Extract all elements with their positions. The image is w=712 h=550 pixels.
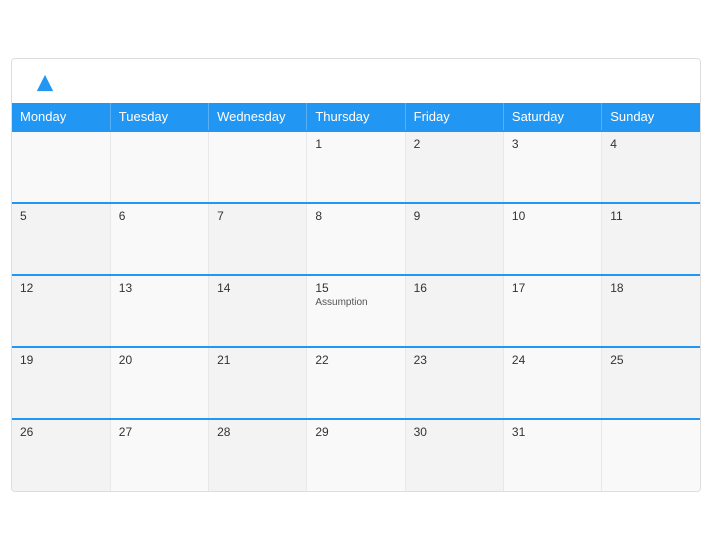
- logo: [32, 73, 54, 93]
- calendar-cell: 27: [110, 419, 208, 491]
- day-number: 7: [217, 209, 298, 223]
- day-number: 25: [610, 353, 692, 367]
- day-number: 15: [315, 281, 396, 295]
- weekday-header-row: MondayTuesdayWednesdayThursdayFridaySatu…: [12, 103, 700, 131]
- calendar-cell: [110, 131, 208, 203]
- week-row-5: 26 27 28 29 30 31: [12, 419, 700, 491]
- day-number: 2: [414, 137, 495, 151]
- calendar-cell: 29: [307, 419, 405, 491]
- day-number: 3: [512, 137, 593, 151]
- calendar-cell: 6: [110, 203, 208, 275]
- weekday-header-saturday: Saturday: [503, 103, 601, 131]
- calendar-grid: MondayTuesdayWednesdayThursdayFridaySatu…: [12, 103, 700, 491]
- day-number: 29: [315, 425, 396, 439]
- day-number: 14: [217, 281, 298, 295]
- calendar-cell: 20: [110, 347, 208, 419]
- calendar-cell: 30: [405, 419, 503, 491]
- holiday-name: Assumption: [315, 297, 396, 308]
- week-row-2: 5 6 7 8 9 10 11: [12, 203, 700, 275]
- day-number: 31: [512, 425, 593, 439]
- calendar-cell: 16: [405, 275, 503, 347]
- day-number: 24: [512, 353, 593, 367]
- weekday-header-wednesday: Wednesday: [209, 103, 307, 131]
- day-number: 21: [217, 353, 298, 367]
- calendar-cell: 10: [503, 203, 601, 275]
- calendar-cell: 8: [307, 203, 405, 275]
- day-number: 20: [119, 353, 200, 367]
- calendar-cell: 18: [602, 275, 700, 347]
- calendar-cell: 22: [307, 347, 405, 419]
- weekday-header-monday: Monday: [12, 103, 110, 131]
- calendar-cell: 3: [503, 131, 601, 203]
- day-number: 8: [315, 209, 396, 223]
- day-number: 22: [315, 353, 396, 367]
- calendar-cell: 23: [405, 347, 503, 419]
- day-number: 19: [20, 353, 102, 367]
- calendar-cell: 9: [405, 203, 503, 275]
- calendar-cell: 1: [307, 131, 405, 203]
- calendar-cell: 31: [503, 419, 601, 491]
- calendar-cell: 24: [503, 347, 601, 419]
- day-number: 5: [20, 209, 102, 223]
- calendar-cell: [209, 131, 307, 203]
- calendar-cell: 12: [12, 275, 110, 347]
- calendar-cell: 13: [110, 275, 208, 347]
- day-number: 28: [217, 425, 298, 439]
- week-row-1: 1 2 3 4: [12, 131, 700, 203]
- day-number: 1: [315, 137, 396, 151]
- day-number: 12: [20, 281, 102, 295]
- weekday-header-thursday: Thursday: [307, 103, 405, 131]
- day-number: 17: [512, 281, 593, 295]
- day-number: 11: [610, 209, 692, 223]
- calendar-cell: 25: [602, 347, 700, 419]
- day-number: 23: [414, 353, 495, 367]
- logo-flag: [34, 73, 54, 93]
- day-number: 10: [512, 209, 593, 223]
- calendar-cell: 4: [602, 131, 700, 203]
- day-number: 4: [610, 137, 692, 151]
- day-number: 9: [414, 209, 495, 223]
- day-number: 26: [20, 425, 102, 439]
- calendar-header: [12, 59, 700, 103]
- calendar-cell: 7: [209, 203, 307, 275]
- day-number: 16: [414, 281, 495, 295]
- calendar-cell: 21: [209, 347, 307, 419]
- week-row-4: 19 20 21 22 23 24 25: [12, 347, 700, 419]
- calendar-cell: 11: [602, 203, 700, 275]
- weekday-header-sunday: Sunday: [602, 103, 700, 131]
- day-number: 13: [119, 281, 200, 295]
- calendar-cell: [602, 419, 700, 491]
- week-row-3: 12 13 14 15 Assumption 16 17 18: [12, 275, 700, 347]
- weekday-header-tuesday: Tuesday: [110, 103, 208, 131]
- day-number: 6: [119, 209, 200, 223]
- weekday-header-friday: Friday: [405, 103, 503, 131]
- day-number: 30: [414, 425, 495, 439]
- calendar-cell: 26: [12, 419, 110, 491]
- calendar-cell: 2: [405, 131, 503, 203]
- day-number: 18: [610, 281, 692, 295]
- calendar-cell: 17: [503, 275, 601, 347]
- day-number: 27: [119, 425, 200, 439]
- calendar-container: MondayTuesdayWednesdayThursdayFridaySatu…: [11, 58, 701, 492]
- calendar-cell: [12, 131, 110, 203]
- calendar-cell: 14: [209, 275, 307, 347]
- calendar-cell: 19: [12, 347, 110, 419]
- calendar-cell: 15 Assumption: [307, 275, 405, 347]
- calendar-cell: 5: [12, 203, 110, 275]
- calendar-cell: 28: [209, 419, 307, 491]
